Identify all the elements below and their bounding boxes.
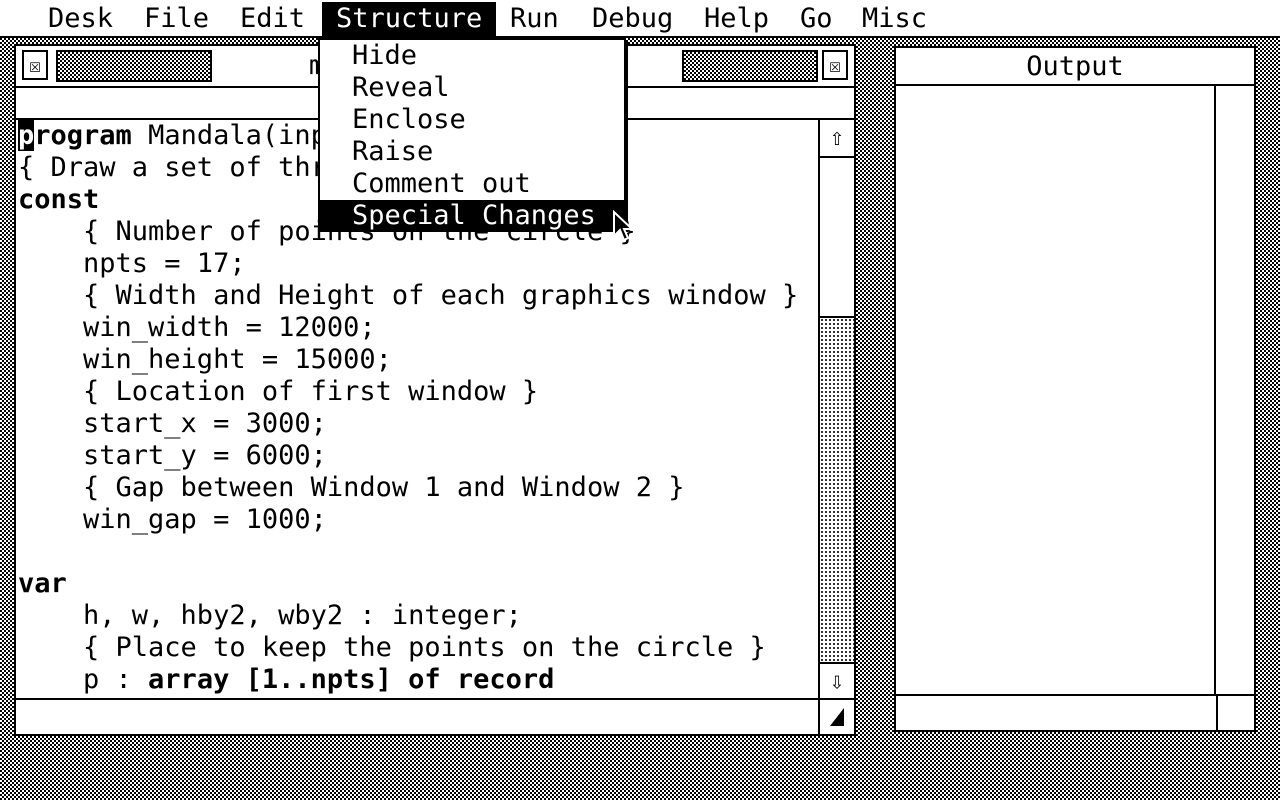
structure-menu-dropdown: Hide Reveal Enclose Raise Comment out Sp… — [318, 38, 626, 232]
output-content — [896, 86, 1216, 694]
close-box-icon[interactable]: ☒ — [22, 50, 48, 80]
code-line-7[interactable]: win_width = 12000; — [18, 312, 376, 344]
output-horizontal-scrollbar[interactable] — [896, 694, 1254, 730]
code-line-13[interactable]: win_gap = 1000; — [18, 504, 327, 536]
code-line-6[interactable]: { Width and Height of each graphics wind… — [18, 280, 798, 312]
mouse-pointer-icon — [613, 210, 635, 242]
menu-item-reveal[interactable]: Reveal — [320, 72, 624, 104]
menu-item-comment-out[interactable]: Comment out — [320, 168, 624, 200]
code-line-9[interactable]: { Location of first window } — [18, 376, 538, 408]
menu-help[interactable]: Help — [690, 2, 783, 36]
resize-handle-icon[interactable] — [818, 700, 854, 734]
code-line-15[interactable]: var — [18, 568, 67, 600]
menu-misc[interactable]: Misc — [848, 2, 941, 36]
code-line-8[interactable]: win_height = 15000; — [18, 344, 392, 376]
fuller-box-icon[interactable]: ☒ — [822, 50, 848, 80]
code-line-3[interactable]: const — [18, 184, 99, 216]
menu-bar: Desk File Edit Structure Run Debug Help … — [0, 0, 1280, 38]
output-window: Output — [894, 46, 1256, 732]
scroll-up-arrow-icon[interactable]: ⇧ — [820, 120, 854, 154]
menu-structure[interactable]: Structure — [322, 2, 497, 36]
menu-desk[interactable]: Desk — [34, 2, 127, 36]
menu-file[interactable]: File — [130, 2, 223, 36]
menu-item-hide[interactable]: Hide — [320, 40, 624, 72]
output-divider — [1216, 696, 1218, 730]
code-line-17[interactable]: { Place to keep the points on the circle… — [18, 632, 766, 664]
menu-edit[interactable]: Edit — [226, 2, 319, 36]
code-line-18[interactable]: p : array [1..npts] of record — [18, 664, 554, 696]
vertical-scrollbar[interactable]: ⇧ ⇩ — [818, 120, 854, 698]
code-line-16[interactable]: h, w, hby2, wby2 : integer; — [18, 600, 522, 632]
code-line-11[interactable]: start_y = 6000; — [18, 440, 327, 472]
title-bar-pattern — [56, 50, 212, 82]
horizontal-scrollbar[interactable] — [16, 698, 854, 734]
menu-debug[interactable]: Debug — [578, 2, 687, 36]
code-line-12[interactable]: { Gap between Window 1 and Window 2 } — [18, 472, 684, 504]
output-vertical-scrollbar[interactable] — [1216, 86, 1254, 694]
code-line-5[interactable]: npts = 17; — [18, 248, 246, 280]
output-window-title[interactable]: Output — [896, 48, 1254, 86]
text-cursor: p — [18, 120, 35, 151]
menu-run[interactable]: Run — [496, 2, 573, 36]
title-bar-pattern-right — [682, 50, 818, 82]
menu-item-enclose[interactable]: Enclose — [320, 104, 624, 136]
menu-item-special-changes[interactable]: Special Changes — [320, 200, 624, 232]
scroll-down-arrow-icon[interactable]: ⇩ — [820, 664, 854, 698]
scroll-track[interactable] — [820, 156, 854, 664]
scroll-thumb[interactable] — [820, 158, 854, 318]
menu-go[interactable]: Go — [786, 2, 847, 36]
menu-item-raise[interactable]: Raise — [320, 136, 624, 168]
code-line-10[interactable]: start_x = 3000; — [18, 408, 327, 440]
